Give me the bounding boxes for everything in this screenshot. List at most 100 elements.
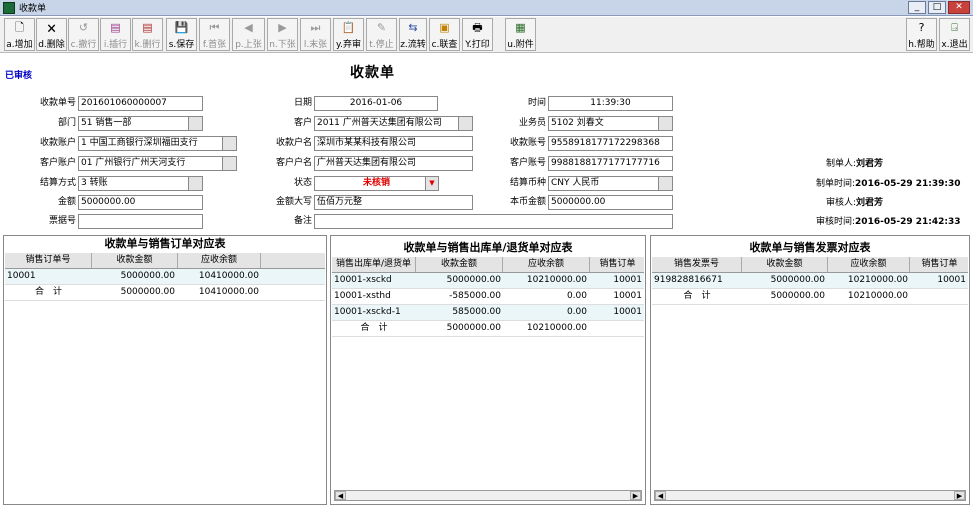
- print-button[interactable]: 🖶 Y.打印: [462, 18, 493, 51]
- dept-label: 部门: [57, 118, 76, 128]
- state-select[interactable]: 未核销 ▼: [314, 176, 439, 191]
- insert-row-button[interactable]: ▤ i.插行: [100, 18, 131, 51]
- undo-row-icon: ↺: [78, 21, 89, 34]
- amount-label: 金额: [57, 197, 76, 207]
- customer-value: 2011 广州普天达集团有限公司: [317, 118, 442, 128]
- last-button[interactable]: ⏭ l.末张: [300, 18, 331, 51]
- salesman-lookup-button[interactable]: [658, 117, 672, 130]
- first-button[interactable]: ⏮ f.首张: [199, 18, 230, 51]
- time-field[interactable]: 11:39:30: [548, 96, 673, 111]
- table-row[interactable]: 10001 5000000.00 10410000.00: [5, 269, 325, 285]
- customer-account-field[interactable]: 01 广州银行广州天河支行: [78, 156, 237, 171]
- scroll-right-icon[interactable]: ▶: [630, 491, 641, 500]
- unapprove-button[interactable]: 📋 y.弃审: [333, 18, 364, 51]
- approver: 审核人:刘君芳: [826, 198, 884, 208]
- dept-value: 51 销售一部: [81, 118, 132, 128]
- exit-button[interactable]: ⍈ x.退出: [939, 18, 970, 51]
- outbound-grid[interactable]: 销售出库单/退货单 收款金额 应收余额 销售订单 10001-xsckd 500…: [332, 257, 644, 337]
- receipt-no-label: 收款单号: [39, 98, 76, 108]
- help-button[interactable]: ? h.帮助: [906, 18, 937, 51]
- last-icon: ⏭: [310, 21, 321, 34]
- table-row[interactable]: 合 计 5000000.00 10210000.00: [652, 289, 968, 305]
- customer-account-name-label: 客户户名: [275, 158, 312, 168]
- insert-row-icon: ▤: [110, 21, 121, 34]
- help-icon: ?: [918, 21, 925, 34]
- receipt-account-name-label: 收款户名: [275, 138, 312, 148]
- receipt-account-lookup-button[interactable]: [222, 137, 236, 150]
- delete-row-button[interactable]: ▤ k.删行: [132, 18, 163, 51]
- creator: 制单人:刘君芳: [826, 159, 884, 169]
- maximize-button[interactable]: □: [928, 1, 946, 14]
- scroll-left-icon[interactable]: ◀: [335, 491, 346, 500]
- table-row[interactable]: 合 计 5000000.00 10210000.00: [332, 321, 644, 337]
- undo-row-button[interactable]: ↺ c.撤行: [68, 18, 99, 51]
- status-badge: 已审核: [5, 71, 33, 81]
- table-row[interactable]: 10001-xsckd-1 585000.00 0.00 10001: [332, 305, 644, 321]
- receipt-account-name-field[interactable]: 深圳市某某科技有限公司: [314, 136, 473, 151]
- table-header: 销售出库单/退货单 收款金额 应收余额 销售订单: [332, 257, 644, 273]
- stop-button[interactable]: ✎ t.停止: [366, 18, 397, 51]
- customer-account-name-field[interactable]: 广州普天达集团有限公司: [314, 156, 473, 171]
- salesman-field[interactable]: 5102 刘春文: [548, 116, 673, 131]
- approve-time: 审核时间:2016-05-29 21:42:33: [816, 217, 961, 227]
- attachment-icon: ▦: [515, 21, 526, 34]
- salesman-value: 5102 刘春文: [551, 118, 604, 128]
- local-amount-label: 本币金额: [509, 197, 546, 207]
- dept-lookup-button[interactable]: [188, 117, 202, 130]
- attachment-button[interactable]: ▦ u.附件: [505, 18, 536, 51]
- minimize-button[interactable]: _: [908, 1, 926, 14]
- invoice-grid[interactable]: 销售发票号 收款金额 应收余额 销售订单 919828816671 500000…: [652, 257, 968, 305]
- flow-button[interactable]: ⇆ z.流转: [399, 18, 427, 51]
- local-amount-field[interactable]: 5000000.00: [548, 195, 673, 210]
- outbound-scrollbar[interactable]: ◀ ▶: [334, 490, 642, 501]
- settle-method-field[interactable]: 3 转账: [78, 176, 203, 191]
- time-label: 时间: [527, 98, 546, 108]
- amount-field[interactable]: 5000000.00: [78, 195, 203, 210]
- settle-method-value: 3 转账: [81, 178, 108, 188]
- receipt-no-field[interactable]: 201601060000007: [78, 96, 203, 111]
- receipt-account-no-field[interactable]: 9558918177172298368: [548, 136, 673, 151]
- close-button[interactable]: ✕: [948, 1, 970, 14]
- settle-currency-lookup-button[interactable]: [658, 177, 672, 190]
- customer-label: 客户: [293, 118, 312, 128]
- stop-icon: ✎: [376, 21, 387, 34]
- bill-no-field[interactable]: [78, 214, 203, 229]
- customer-account-value: 01 广州银行广州天河支行: [81, 158, 186, 168]
- add-icon: 🗋: [15, 21, 24, 34]
- table-row[interactable]: 10001-xsckd 5000000.00 10210000.00 10001: [332, 273, 644, 289]
- delete-button[interactable]: 🗙 d.删除: [36, 18, 67, 51]
- customer-field[interactable]: 2011 广州普天达集团有限公司: [314, 116, 473, 131]
- receipt-account-field[interactable]: 1 中国工商银行深圳福田支行: [78, 136, 237, 151]
- remark-label: 备注: [293, 216, 312, 226]
- lookup-button[interactable]: ▣ c.联查: [429, 18, 460, 51]
- customer-account-lookup-button[interactable]: [222, 157, 236, 170]
- settle-method-lookup-button[interactable]: [188, 177, 202, 190]
- scroll-right-icon[interactable]: ▶: [954, 491, 965, 500]
- remark-field[interactable]: [314, 214, 673, 229]
- invoice-scrollbar[interactable]: ◀ ▶: [654, 490, 966, 501]
- table-row[interactable]: 10001-xsthd -585000.00 0.00 10001: [332, 289, 644, 305]
- amount-upper-field[interactable]: 伍佰万元整: [314, 195, 473, 210]
- date-field[interactable]: 2016-01-06: [314, 96, 438, 111]
- customer-lookup-button[interactable]: [458, 117, 472, 130]
- next-icon: ▶: [278, 21, 287, 34]
- table-row[interactable]: 919828816671 5000000.00 10210000.00 1000…: [652, 273, 968, 289]
- settle-currency-field[interactable]: CNY 人民币: [548, 176, 673, 191]
- chevron-down-icon[interactable]: ▼: [425, 177, 438, 190]
- sales-order-panel-title: 收款单与销售订单对应表: [104, 237, 226, 250]
- table-row[interactable]: 合 计 5000000.00 10410000.00: [5, 285, 325, 301]
- scroll-left-icon[interactable]: ◀: [655, 491, 666, 500]
- add-button[interactable]: 🗋 a.增加: [4, 18, 35, 51]
- save-button[interactable]: 💾 s.保存: [166, 18, 197, 51]
- customer-account-no-field[interactable]: 9988188177177177716: [548, 156, 673, 171]
- title-bar: 收款单 _ □ ✕: [0, 0, 973, 16]
- next-button[interactable]: ▶ n.下张: [267, 18, 298, 51]
- app-icon: [3, 1, 15, 14]
- table-header: 销售发票号 收款金额 应收余额 销售订单: [652, 257, 968, 273]
- sales-order-grid[interactable]: 销售订单号 收款金额 应收余额 10001 5000000.00 1041000…: [5, 253, 325, 301]
- bill-no-label: 票据号: [48, 216, 76, 226]
- print-icon: 🖶: [472, 21, 483, 34]
- salesman-label: 业务员: [518, 118, 546, 128]
- dept-field[interactable]: 51 销售一部: [78, 116, 203, 131]
- prev-button[interactable]: ◀ p.上张: [232, 18, 265, 51]
